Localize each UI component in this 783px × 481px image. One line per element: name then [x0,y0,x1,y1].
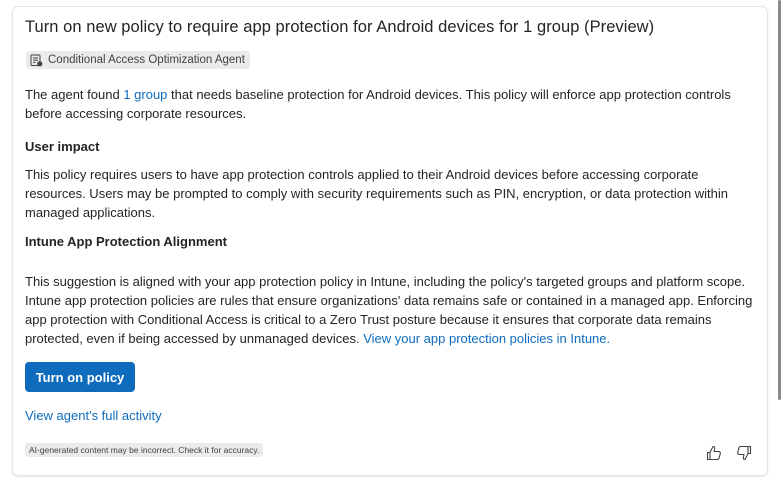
thumbs-up-icon [706,445,721,461]
thumbs-down-icon [737,445,752,461]
card-title: Turn on new policy to require app protec… [25,18,655,36]
ai-disclaimer: AI-generated content may be incorrect. C… [25,443,264,457]
alignment-heading: Intune App Protection Alignment [25,234,227,249]
agent-icon [30,54,43,67]
scrollbar[interactable] [778,0,781,400]
user-impact-heading: User impact [25,139,100,154]
summary-text-before: The agent found [25,87,124,102]
page: Turn on new policy to require app protec… [0,0,783,481]
turn-on-policy-button[interactable]: Turn on policy [25,362,135,392]
thumbs-down-button[interactable] [735,444,753,462]
user-impact-text: This policy requires users to have app p… [25,167,729,220]
intune-policies-link[interactable]: View your app protection policies in Int… [363,331,610,346]
recommendation-card: Turn on new policy to require app protec… [12,6,768,476]
group-link[interactable]: 1 group [123,87,167,102]
summary-text: The agent found 1 group that needs basel… [25,85,757,123]
view-activity-link[interactable]: View agent's full activity [25,408,162,423]
thumbs-up-button[interactable] [705,444,723,462]
alignment-text: This suggestion is aligned with your app… [25,272,757,348]
agent-badge: Conditional Access Optimization Agent [26,51,250,69]
agent-badge-label: Conditional Access Optimization Agent [48,54,245,66]
